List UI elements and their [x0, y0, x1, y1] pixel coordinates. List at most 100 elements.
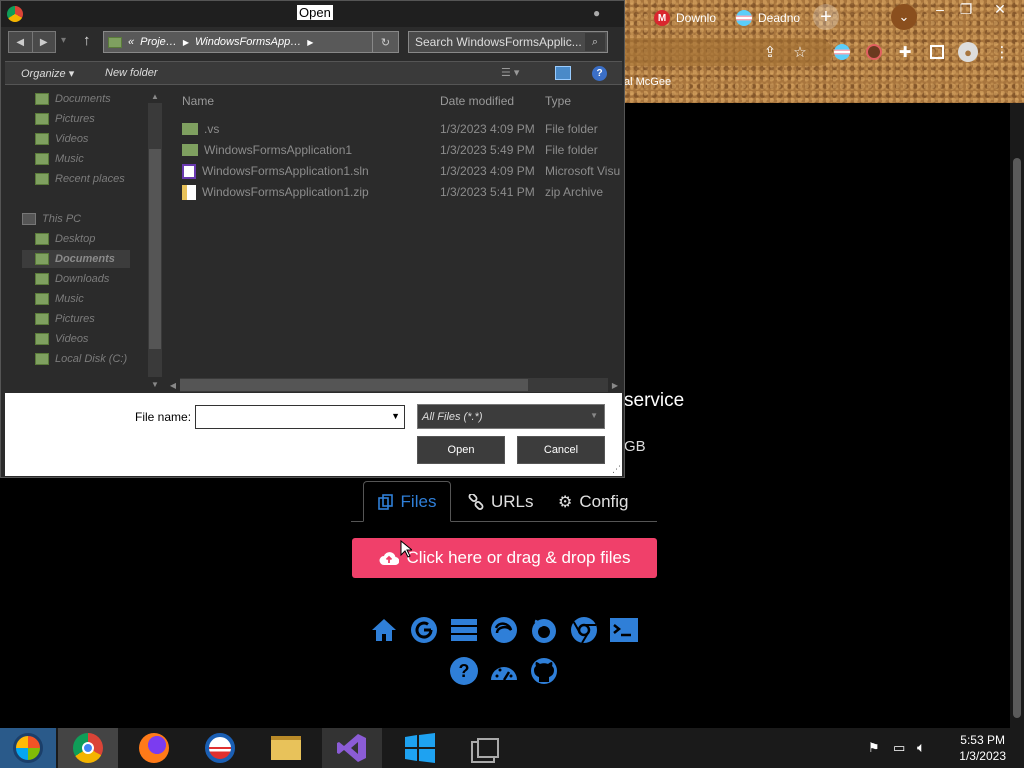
- recent-locations-icon[interactable]: ▾: [61, 35, 66, 46]
- start-button[interactable]: [0, 728, 56, 768]
- tab-search-button[interactable]: ⌄: [891, 4, 917, 30]
- nav-item[interactable]: Pictures: [35, 110, 95, 128]
- volume-icon[interactable]: 🔈︎: [917, 739, 925, 756]
- gitea-icon[interactable]: [408, 614, 440, 646]
- firefox-icon[interactable]: [528, 614, 560, 646]
- tab-config[interactable]: ⚙ Config: [558, 481, 628, 522]
- side-panel-icon[interactable]: [927, 42, 947, 62]
- new-folder-button[interactable]: New folder: [105, 67, 158, 79]
- puzzle-icon[interactable]: ✚: [895, 42, 915, 62]
- organize-button[interactable]: Organize ▾: [21, 67, 74, 80]
- file-row[interactable]: WindowsFormsApplication1.sln 1/3/2023 4:0…: [182, 161, 625, 181]
- taskbar-obama-app[interactable]: [190, 728, 250, 768]
- browser-tab-deadname[interactable]: Deadno: [730, 4, 810, 32]
- edge-icon[interactable]: [488, 614, 520, 646]
- task-view-button[interactable]: [458, 728, 518, 768]
- extension-avatar-icon[interactable]: [864, 42, 884, 62]
- flag-icon[interactable]: ⚑: [868, 740, 880, 756]
- nav-item[interactable]: Documents: [22, 250, 130, 268]
- file-row[interactable]: WindowsFormsApplication1 1/3/2023 5:49 PM…: [182, 140, 625, 160]
- breadcrumb-overflow[interactable]: «: [128, 36, 134, 48]
- column-header-date[interactable]: Date modified: [440, 94, 514, 108]
- minimize-button[interactable]: –: [926, 0, 954, 18]
- nav-item[interactable]: Music: [35, 290, 84, 308]
- breadcrumb-item[interactable]: WindowsFormsApp…: [195, 36, 301, 48]
- file-row[interactable]: WindowsFormsApplication1.zip 1/3/2023 5:4…: [182, 182, 625, 202]
- forward-icon[interactable]: ▶: [33, 32, 56, 52]
- server-icon[interactable]: [448, 614, 480, 646]
- tab-urls[interactable]: URLs: [468, 481, 534, 522]
- close-browser-button[interactable]: ✕: [986, 0, 1014, 18]
- dialog-titlebar[interactable]: Open ●: [1, 1, 624, 27]
- dialog-address-bar[interactable]: « Proje… ▶ WindowsFormsApp… ▶ ↻: [103, 31, 399, 53]
- chevron-down-icon[interactable]: ▼: [391, 411, 400, 421]
- nav-item[interactable]: Desktop: [35, 230, 95, 248]
- nav-item[interactable]: Documents: [35, 90, 111, 108]
- nav-scrollbar[interactable]: ▲ ▼: [148, 89, 162, 391]
- taskbar-chrome[interactable]: [58, 728, 118, 768]
- cancel-button[interactable]: Cancel: [517, 436, 605, 464]
- dashboard-icon[interactable]: [488, 655, 520, 687]
- upload-button[interactable]: Click here or drag & drop files: [352, 538, 657, 578]
- dialog-title: Open: [297, 5, 333, 20]
- bookmark-item[interactable]: al McGee: [624, 76, 671, 88]
- share-icon[interactable]: ⇪: [760, 42, 780, 62]
- close-dialog-icon[interactable]: ●: [593, 6, 600, 20]
- scroll-left-icon[interactable]: ◀: [166, 378, 180, 392]
- file-type-select[interactable]: All Files (*.*) ▼: [417, 404, 605, 429]
- dialog-search-input[interactable]: Search WindowsFormsApplic... ⌕: [408, 31, 608, 53]
- file-name-input[interactable]: ▼: [195, 405, 405, 429]
- file-list-hscrollbar[interactable]: ◀ ▶: [166, 378, 622, 392]
- scroll-right-icon[interactable]: ▶: [608, 378, 622, 392]
- github-icon[interactable]: [528, 655, 560, 687]
- column-header-type[interactable]: Type: [545, 94, 571, 108]
- nav-item[interactable]: Videos: [35, 130, 88, 148]
- breadcrumb-item[interactable]: Proje…: [140, 36, 177, 48]
- page-scrollbar[interactable]: [1010, 103, 1024, 728]
- file-row[interactable]: .vs 1/3/2023 4:09 PM File folder: [182, 119, 625, 139]
- scroll-up-icon[interactable]: ▲: [148, 89, 162, 103]
- nav-item[interactable]: Recent places: [35, 170, 125, 188]
- resize-grip-icon[interactable]: ⋰: [612, 464, 621, 475]
- nav-item[interactable]: Pictures: [35, 310, 95, 328]
- profile-icon[interactable]: ●: [958, 42, 978, 62]
- taskbar-file-explorer[interactable]: [256, 728, 316, 768]
- file-type: File folder: [545, 122, 598, 136]
- menu-kebab-icon[interactable]: ⋮: [992, 42, 1012, 62]
- home-icon[interactable]: [368, 614, 400, 646]
- terminal-icon[interactable]: [608, 614, 640, 646]
- scrollbar-thumb[interactable]: [1013, 158, 1021, 718]
- column-header-name[interactable]: Name: [182, 94, 214, 108]
- star-icon[interactable]: ☆: [790, 42, 810, 62]
- nav-item[interactable]: This PC: [22, 210, 81, 228]
- nav-item[interactable]: Local Disk (C:): [35, 350, 127, 368]
- library-folder-icon: [35, 113, 49, 125]
- scroll-down-icon[interactable]: ▼: [148, 377, 162, 391]
- network-icon[interactable]: ▭: [893, 740, 905, 756]
- back-icon[interactable]: ◀: [9, 32, 33, 52]
- taskbar-windows-app[interactable]: [390, 728, 450, 768]
- nav-item[interactable]: Music: [35, 150, 84, 168]
- clock[interactable]: 5:53 PM 1/3/2023: [959, 732, 1006, 764]
- help-icon[interactable]: ?: [448, 655, 480, 687]
- scrollbar-thumb[interactable]: [149, 149, 161, 349]
- new-tab-button[interactable]: +: [813, 4, 839, 30]
- browser-tab-download[interactable]: M Downlo: [648, 4, 728, 32]
- taskbar-firefox[interactable]: [124, 728, 184, 768]
- nav-item[interactable]: Downloads: [35, 270, 109, 288]
- up-arrow-icon[interactable]: ↑: [83, 32, 91, 49]
- extension-flag-icon[interactable]: [832, 42, 852, 62]
- open-button[interactable]: Open: [417, 436, 505, 464]
- chrome-icon[interactable]: [568, 614, 600, 646]
- tab-files[interactable]: Files: [363, 481, 451, 522]
- scrollbar-thumb[interactable]: [180, 379, 528, 391]
- search-icon[interactable]: ⌕: [585, 33, 605, 51]
- nav-item[interactable]: Videos: [35, 330, 88, 348]
- refresh-icon[interactable]: ↻: [372, 32, 398, 52]
- view-options-icon[interactable]: ☰ ▾: [501, 66, 519, 79]
- upload-tabs: Files URLs ⚙ Config: [351, 481, 657, 522]
- help-icon[interactable]: ?: [592, 66, 607, 81]
- restore-button[interactable]: ❐: [952, 0, 980, 18]
- preview-pane-icon[interactable]: [555, 66, 571, 80]
- taskbar-visual-studio[interactable]: [322, 728, 382, 768]
